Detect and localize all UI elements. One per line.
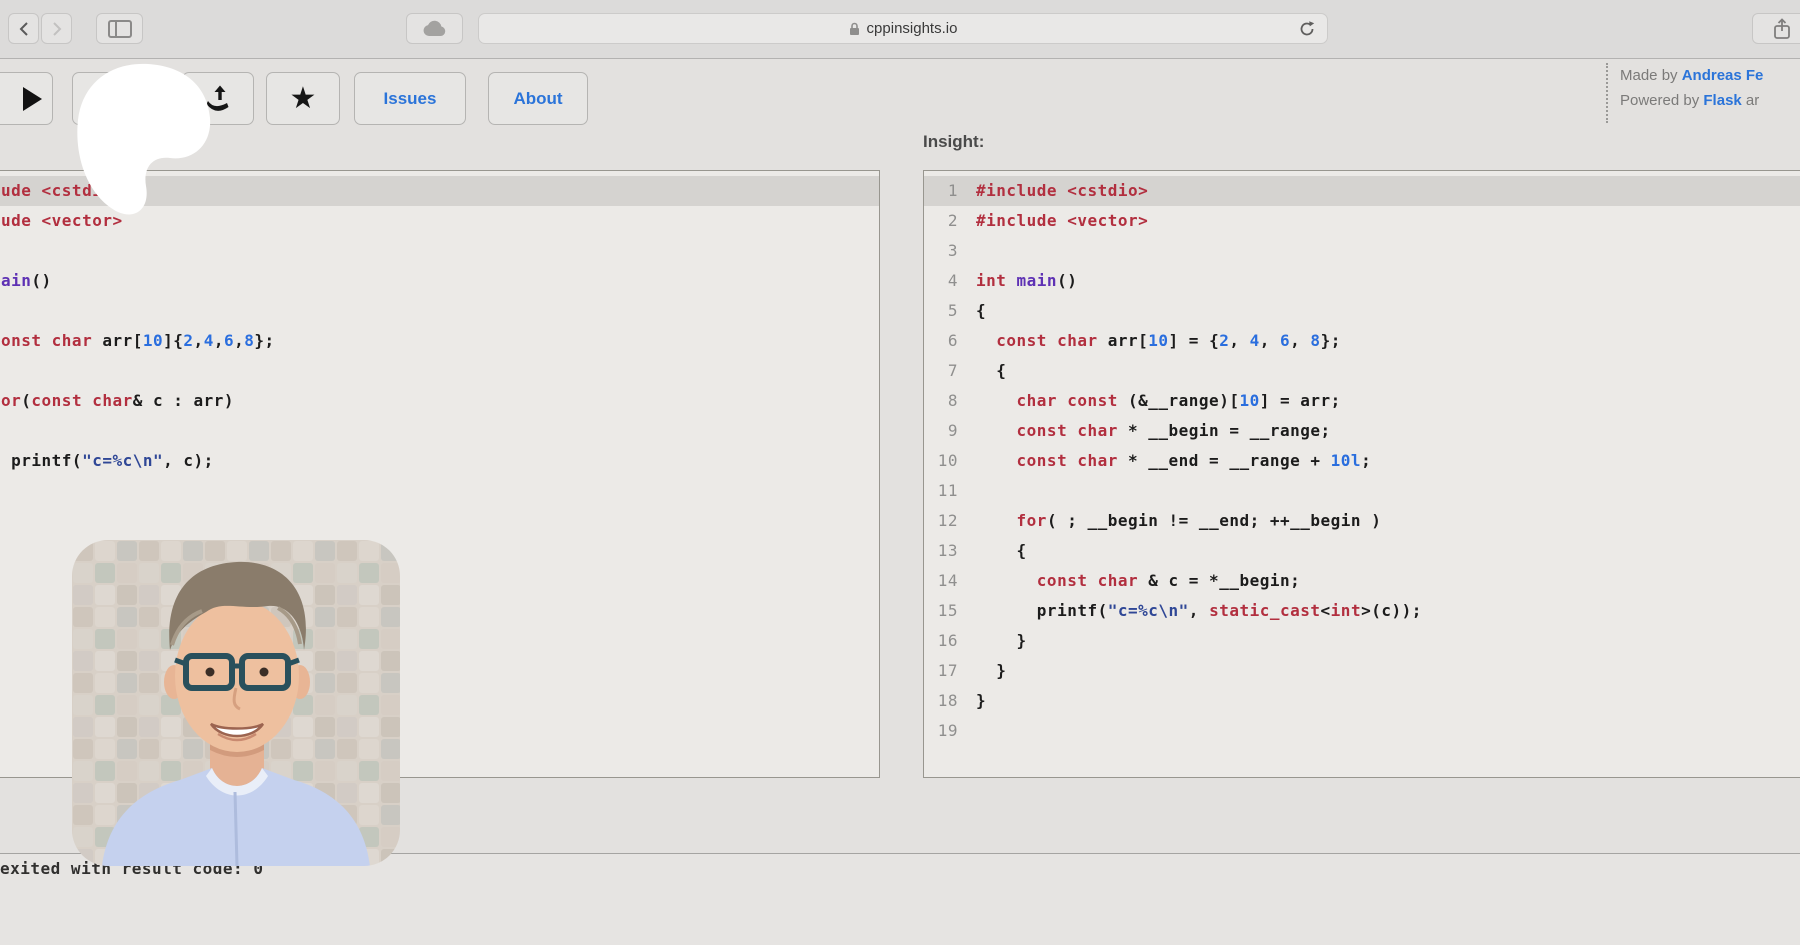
code-line xyxy=(0,356,879,386)
code-line: ain() xyxy=(0,266,879,296)
line-number: 12 xyxy=(924,506,958,536)
white-blob-overlay xyxy=(70,62,220,222)
code-line: 3 xyxy=(924,236,1800,266)
code-line xyxy=(0,296,879,326)
forward-icon xyxy=(51,21,63,37)
code-line: onst char arr[10]{2,4,6,8}; xyxy=(0,326,879,356)
line-number: 1 xyxy=(924,176,958,206)
line-number: 8 xyxy=(924,386,958,416)
issues-button-label: Issues xyxy=(384,89,437,109)
url-bar[interactable]: cppinsights.io xyxy=(478,13,1328,44)
code-line xyxy=(0,416,879,446)
icloud-tabs-button[interactable] xyxy=(406,13,463,44)
line-number: 16 xyxy=(924,626,958,656)
line-number: 18 xyxy=(924,686,958,716)
sidebar-icon xyxy=(108,20,132,38)
code-line: 19 xyxy=(924,716,1800,746)
line-number: 5 xyxy=(924,296,958,326)
line-number: 3 xyxy=(924,236,958,266)
about-button[interactable]: About xyxy=(488,72,588,125)
code-line: 2#include <vector> xyxy=(924,206,1800,236)
code-line: 17 } xyxy=(924,656,1800,686)
insight-code-area[interactable]: 1#include <cstdio>2#include <vector>34in… xyxy=(924,171,1800,777)
blob-shape xyxy=(70,62,220,222)
code-line xyxy=(0,236,879,266)
powered-by-line: Powered by Flask ar xyxy=(1620,88,1800,113)
browser-chrome: cppinsights.io xyxy=(0,0,1800,59)
favorite-button[interactable]: ★ xyxy=(266,72,340,125)
code-line: 8 char const (&__range)[10] = arr; xyxy=(924,386,1800,416)
share-icon xyxy=(1773,18,1791,40)
insight-label: Insight: xyxy=(923,132,984,152)
code-line: 4int main() xyxy=(924,266,1800,296)
reload-button[interactable] xyxy=(1297,19,1317,39)
share-button[interactable] xyxy=(1752,13,1800,44)
line-number: 15 xyxy=(924,596,958,626)
author-link[interactable]: Andreas Fe xyxy=(1682,67,1764,84)
credits-block: Made by Andreas Fe Powered by Flask ar xyxy=(1606,63,1800,123)
code-line: 10 const char * __end = __range + 10l; xyxy=(924,446,1800,476)
code-line: 18} xyxy=(924,686,1800,716)
code-line: or(const char& c : arr) xyxy=(0,386,879,416)
code-line: 12 for( ; __begin != __end; ++__begin ) xyxy=(924,506,1800,536)
code-line: 1#include <cstdio> xyxy=(924,176,1800,206)
code-line: 16 } xyxy=(924,626,1800,656)
code-line: printf("c=%c\n", c); xyxy=(0,446,879,476)
about-button-label: About xyxy=(513,89,562,109)
line-number: 17 xyxy=(924,656,958,686)
code-line: 11 xyxy=(924,476,1800,506)
flask-link[interactable]: Flask xyxy=(1703,92,1741,109)
code-line: 5{ xyxy=(924,296,1800,326)
line-number: 2 xyxy=(924,206,958,236)
console-output-area: exited with result code: 0 xyxy=(0,853,1800,945)
forward-button[interactable] xyxy=(41,13,72,44)
line-number: 14 xyxy=(924,566,958,596)
line-number: 10 xyxy=(924,446,958,476)
lock-icon xyxy=(849,22,860,36)
portrait-illustration xyxy=(72,540,400,866)
line-number: 13 xyxy=(924,536,958,566)
code-line: 7 { xyxy=(924,356,1800,386)
line-number: 6 xyxy=(924,326,958,356)
back-icon xyxy=(18,21,30,37)
url-text: cppinsights.io xyxy=(867,20,958,37)
cloud-icon xyxy=(422,20,448,38)
code-line: 15 printf("c=%c\n", static_cast<int>(c))… xyxy=(924,596,1800,626)
line-number: 19 xyxy=(924,716,958,746)
issues-button[interactable]: Issues xyxy=(354,72,466,125)
code-line: 6 const char arr[10] = {2, 4, 6, 8}; xyxy=(924,326,1800,356)
code-line: 14 const char & c = *__begin; xyxy=(924,566,1800,596)
reload-icon xyxy=(1297,19,1317,39)
code-line: 9 const char * __begin = __range; xyxy=(924,416,1800,446)
code-line: 13 { xyxy=(924,536,1800,566)
sidebar-toggle-button[interactable] xyxy=(96,13,143,44)
back-button[interactable] xyxy=(8,13,39,44)
insight-panel[interactable]: 1#include <cstdio>2#include <vector>34in… xyxy=(923,170,1800,778)
line-number: 4 xyxy=(924,266,958,296)
portrait-photo xyxy=(72,540,400,866)
line-number: 7 xyxy=(924,356,958,386)
line-number: 11 xyxy=(924,476,958,506)
run-button[interactable] xyxy=(0,72,53,125)
line-number: 9 xyxy=(924,416,958,446)
made-by-line: Made by Andreas Fe xyxy=(1620,63,1800,88)
play-icon xyxy=(21,86,43,112)
star-icon: ★ xyxy=(290,84,317,114)
